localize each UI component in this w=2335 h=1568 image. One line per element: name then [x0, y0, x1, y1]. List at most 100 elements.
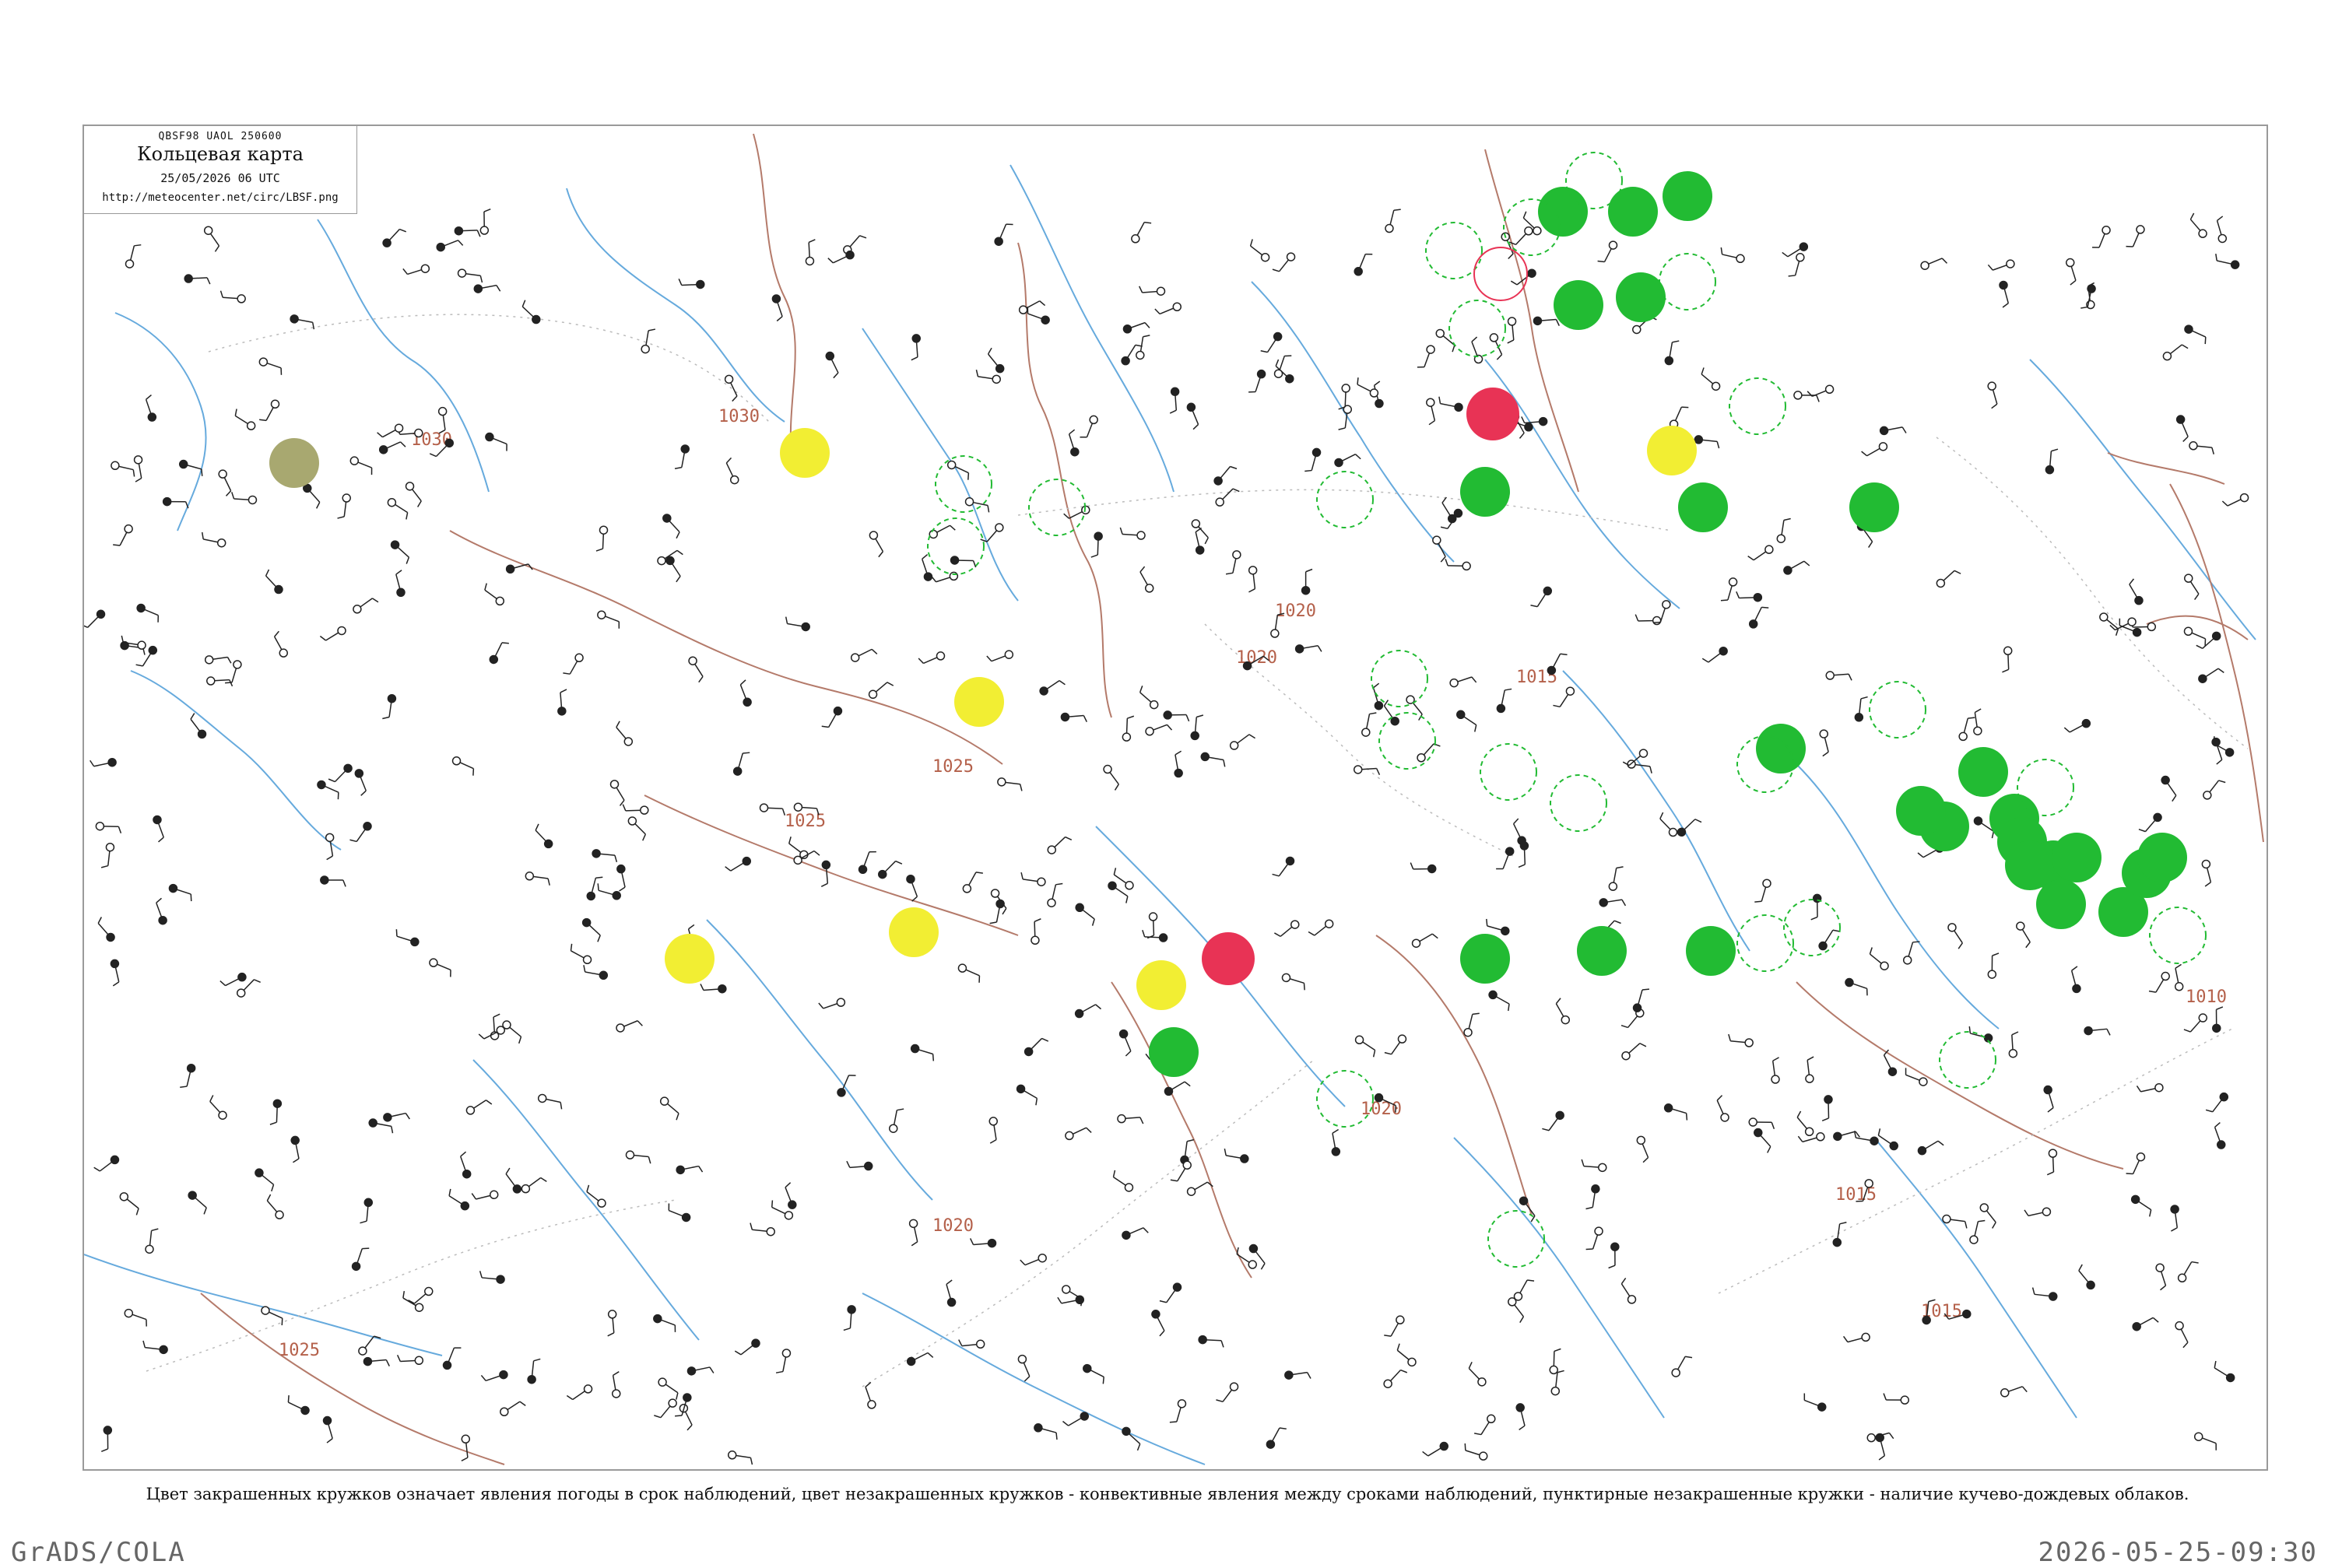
station-marker	[406, 482, 422, 507]
station-marker	[611, 780, 624, 806]
rain-circle	[2052, 833, 2102, 882]
station-marker	[2000, 281, 2008, 307]
station-marker	[910, 1219, 918, 1245]
station-marker	[2002, 647, 2011, 672]
station-marker	[137, 604, 158, 622]
station-marker	[98, 917, 114, 941]
station-marker	[1108, 882, 1128, 903]
station-marker	[567, 1385, 592, 1400]
station-marker	[958, 964, 979, 983]
station-marker	[844, 236, 866, 254]
station-marker	[1533, 317, 1559, 325]
station-marker	[2184, 627, 2205, 646]
station-marker	[202, 532, 226, 547]
station-marker	[2001, 1387, 2027, 1397]
station-marker	[1609, 867, 1623, 890]
station-marker	[2045, 449, 2058, 473]
station-marker	[922, 555, 932, 581]
station-marker	[453, 757, 474, 776]
station-marker	[1120, 1030, 1131, 1056]
station-marker	[1826, 672, 1852, 680]
rain-circle	[1686, 926, 1736, 976]
station-marker	[2171, 1205, 2179, 1231]
station-marker	[1501, 233, 1513, 258]
station-marker	[663, 514, 679, 538]
station-marker	[363, 1358, 389, 1366]
station-marker	[1884, 1394, 1908, 1405]
station-marker	[1782, 243, 1808, 257]
station-marker	[377, 424, 403, 437]
station-marker	[2185, 325, 2206, 344]
station-marker	[1020, 301, 1045, 314]
station-marker	[959, 1340, 985, 1349]
rain-circle	[2036, 879, 2086, 929]
station-marker	[616, 721, 632, 745]
map-legend: QBSF98 UAOL 250600 Кольцевая карта 25/05…	[84, 126, 357, 214]
station-marker	[146, 395, 156, 422]
station-marker	[255, 1169, 274, 1191]
synoptic-map: 1030 1030 1025 1025 1020 1020 1020 1020 …	[83, 125, 2268, 1471]
station-marker	[1083, 1365, 1104, 1384]
station-marker	[326, 833, 334, 859]
station-marker	[481, 1371, 507, 1381]
station-marker	[1445, 559, 1470, 570]
rain-circle	[1460, 934, 1510, 984]
station-marker	[1969, 1026, 1992, 1042]
station-marker	[1436, 329, 1455, 352]
station-marker	[750, 1223, 774, 1236]
station-marker	[2195, 1433, 2217, 1450]
station-marker	[2084, 1027, 2110, 1036]
station-marker	[1550, 1349, 1561, 1373]
station-marker	[2047, 1149, 2056, 1175]
station-marker	[617, 865, 625, 891]
station-marker	[735, 1339, 760, 1355]
station-marker	[136, 647, 157, 666]
station-marker	[1519, 842, 1528, 868]
station-marker	[461, 1152, 471, 1177]
station-marker	[844, 1306, 855, 1331]
station-marker	[1251, 239, 1269, 261]
station-marker	[2203, 780, 2225, 799]
station-marker	[948, 461, 969, 479]
station-marker	[143, 1341, 167, 1353]
station-marker	[2066, 259, 2076, 286]
station-marker	[951, 556, 976, 567]
station-marker	[1048, 837, 1072, 854]
station-marker	[522, 300, 539, 324]
station-marker	[1374, 683, 1383, 710]
station-marker	[439, 408, 447, 433]
station-marker	[1076, 903, 1094, 925]
station-marker	[2215, 1123, 2225, 1149]
station-marker	[963, 872, 983, 893]
station-marker	[1061, 713, 1087, 721]
station-marker	[676, 1166, 702, 1173]
station-marker	[2149, 973, 2169, 993]
station-marker	[500, 1401, 525, 1415]
station-marker	[929, 525, 955, 538]
station-marker	[1457, 710, 1476, 731]
station-marker	[1132, 223, 1151, 243]
station-marker	[1508, 1298, 1524, 1323]
station-marker	[679, 279, 704, 288]
station-marker	[1489, 991, 1509, 1011]
station-marker	[666, 556, 680, 581]
station-marker	[1027, 307, 1049, 324]
station-marker	[1181, 1140, 1194, 1164]
station-marker	[584, 965, 607, 979]
station-marker	[1876, 1433, 1884, 1460]
station-marker	[1285, 1371, 1311, 1379]
station-marker	[641, 329, 655, 353]
station-marker	[785, 1183, 796, 1208]
station-marker	[1511, 269, 1536, 285]
station-marker	[437, 240, 462, 251]
station-marker	[1749, 1118, 1774, 1129]
station-marker	[869, 531, 883, 557]
station-marker	[153, 816, 163, 841]
cb-cloud-circle	[1729, 378, 1785, 434]
station-marker	[1988, 260, 2014, 270]
station-marker	[125, 1310, 146, 1327]
station-marker	[1833, 1222, 1846, 1247]
station-marker	[734, 752, 750, 775]
station-marker	[822, 707, 842, 728]
station-marker	[472, 1191, 497, 1199]
